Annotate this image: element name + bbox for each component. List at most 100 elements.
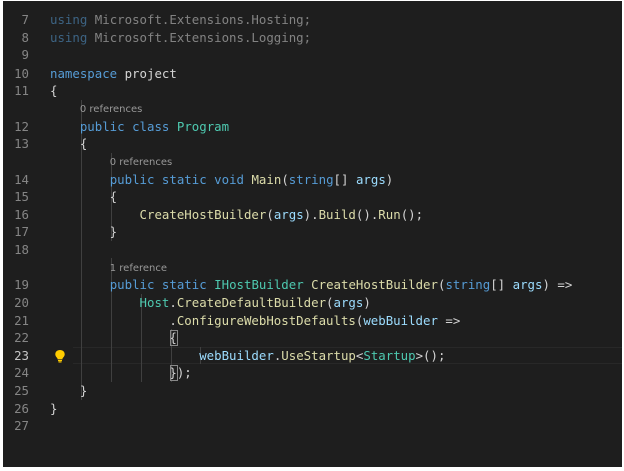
code-token: CreateDefaultBuilder (176, 294, 327, 310)
code-token: => (437, 312, 461, 328)
line-number: 11 (14, 83, 29, 99)
codelens-references[interactable]: 0 references (80, 100, 143, 118)
code-line[interactable]: using Microsoft.Extensions.Logging; (50, 29, 311, 47)
code-editor[interactable]: 7 8 9 10 11 12 13 14 15 16 17 18 19 20 21 22 23 24 25 26 27 … (3, 1, 622, 467)
code-token: namespace (50, 65, 118, 81)
code-token: Startup (363, 347, 416, 363)
line-number: 8 (21, 29, 29, 45)
code-token: ConfigureWebHostDefaults (176, 312, 356, 328)
code-line[interactable]: CreateHostBuilder(args).Build().Run(); (50, 206, 424, 224)
code-line[interactable]: { (50, 135, 87, 153)
code-token: Build (318, 206, 356, 222)
codelens-references[interactable]: 0 references (110, 153, 173, 171)
line-number: 23 (14, 347, 29, 363)
code-token: } (50, 400, 58, 416)
code-line[interactable]: using Microsoft.Extensions.Hosting; (50, 11, 311, 29)
code-token: public (79, 118, 125, 134)
code-token: Program (176, 118, 230, 134)
code-token: string (445, 277, 491, 293)
code-line[interactable]: { (50, 82, 57, 100)
line-number: 27 (14, 418, 29, 434)
line-number: 22 (14, 330, 29, 346)
code-token: . (50, 312, 177, 328)
line-number: 7 (21, 12, 29, 27)
code-token: ) (363, 294, 371, 310)
code-token: static (161, 171, 207, 187)
code-token: UseStartup (281, 347, 356, 363)
code-token: { (50, 189, 118, 205)
code-token: class (132, 118, 170, 134)
line-number: 21 (14, 312, 29, 328)
code-token: webBuilder (199, 347, 274, 363)
code-token: public (109, 171, 155, 187)
line-number: 19 (14, 277, 29, 293)
code-line[interactable]: webBuilder.UseStartup<Startup>(); (50, 347, 445, 365)
code-token: { (50, 136, 88, 152)
code-token: args (512, 277, 543, 293)
code-line[interactable]: public class Program (50, 118, 229, 136)
code-token: args (355, 171, 386, 187)
code-token: CreateHostBuilder (139, 206, 267, 222)
code-line[interactable]: namespace project (50, 65, 177, 83)
lightbulb-icon[interactable] (54, 349, 66, 363)
code-token: . (169, 294, 177, 310)
code-line[interactable]: Host.CreateDefaultBuilder(args) (50, 294, 371, 312)
code-line[interactable]: { (50, 329, 176, 347)
code-token: ( (266, 206, 274, 222)
code-line[interactable]: } (50, 382, 87, 400)
code-line[interactable]: { (50, 188, 117, 206)
line-number: 10 (14, 65, 29, 81)
code-token: Main (251, 171, 282, 187)
code-token: static (161, 277, 207, 293)
code-token: Run (378, 206, 401, 222)
line-number: 14 (14, 171, 29, 187)
code-token: Microsoft.Extensions.Logging; (87, 29, 312, 45)
code-token: [] (490, 277, 513, 293)
code-token: ) (385, 171, 394, 187)
code-token: ( (281, 171, 289, 187)
code-token: args (273, 206, 304, 222)
code-token: } (50, 382, 88, 398)
code-token: Microsoft.Extensions.Hosting; (87, 12, 312, 27)
code-line[interactable]: } (50, 400, 57, 418)
line-number: 12 (14, 118, 29, 134)
code-token: project (117, 65, 177, 81)
code-line[interactable]: public static void Main(string[] args) (50, 171, 394, 189)
code-line[interactable]: public static IHostBuilder CreateHostBui… (50, 276, 573, 294)
code-token: Host (139, 294, 170, 310)
code-token: >(); (415, 347, 446, 363)
matching-bracket-highlight (169, 365, 178, 382)
code-token: public (109, 277, 155, 293)
line-number: 18 (14, 241, 29, 257)
code-line[interactable]: } (50, 223, 117, 241)
code-token: using (50, 12, 88, 27)
code-token: ( (326, 294, 334, 310)
code-token: string (288, 171, 334, 187)
line-number: 16 (14, 206, 29, 222)
code-token: using (50, 29, 88, 45)
line-number: 13 (14, 136, 29, 152)
codelens-references[interactable]: 1 reference (110, 259, 167, 277)
line-number: 20 (14, 294, 29, 310)
code-token: CreateHostBuilder (311, 277, 438, 293)
code-line[interactable]: .ConfigureWebHostDefaults(webBuilder => (50, 312, 460, 330)
line-number: 17 (14, 224, 29, 240)
code-token: [] (333, 171, 356, 187)
code-token: ). (303, 206, 319, 222)
code-token: args (333, 294, 364, 310)
code-token: webBuilder (363, 312, 438, 328)
line-number: 26 (14, 400, 29, 416)
code-token: { (50, 83, 58, 99)
code-token: void (214, 171, 244, 187)
code-token: (); (400, 206, 424, 222)
